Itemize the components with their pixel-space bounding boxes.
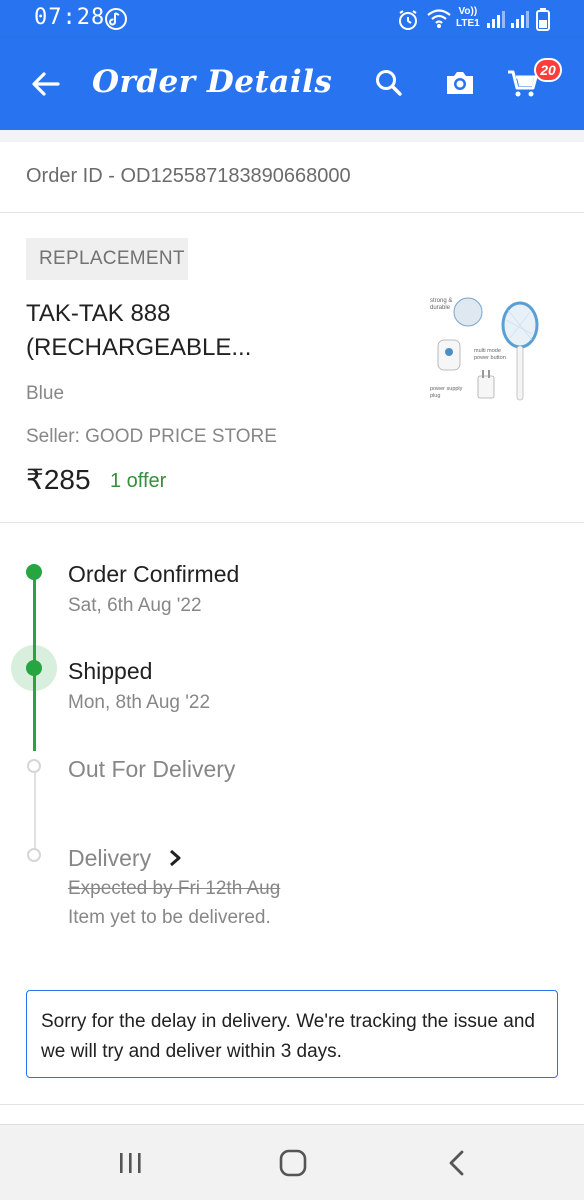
expected-delivery-date: Expected by Fri 12th Aug <box>68 878 281 899</box>
step-dot-delivery <box>27 848 41 862</box>
step-date-shipped: Mon, 8th Aug '22 <box>68 692 211 713</box>
signal-2-icon <box>511 11 529 28</box>
page-title: Order Details <box>92 64 333 100</box>
music-note-icon <box>105 8 127 30</box>
back-nav-icon[interactable] <box>440 1147 476 1179</box>
product-seller: Seller: GOOD PRICE STORE <box>26 426 277 447</box>
divider <box>0 1104 584 1105</box>
app-bar: Order Details 20 <box>0 38 584 130</box>
divider <box>0 212 584 213</box>
chevron-right-icon[interactable] <box>166 849 184 867</box>
camera-icon[interactable] <box>443 66 477 100</box>
delivery-status-note: Item yet to be delivered. <box>68 907 271 928</box>
timeline-line-pending <box>33 766 36 856</box>
order-id: Order ID - OD125587183890668000 <box>26 165 351 187</box>
wifi-icon <box>427 9 451 28</box>
system-nav-bar <box>0 1124 584 1200</box>
image-label-2b: power button <box>474 355 506 361</box>
step-label-shipped: Shipped <box>68 658 153 684</box>
product-color: Blue <box>26 383 65 404</box>
offer-link[interactable]: 1 offer <box>110 470 166 493</box>
network-type-label: Vo)) LTE1 <box>456 6 480 30</box>
step-label-delivery[interactable]: Delivery <box>68 845 151 872</box>
home-icon[interactable] <box>275 1147 311 1179</box>
product-image[interactable]: strong & durable multi mode power button… <box>420 290 540 410</box>
image-label-3b: plug <box>430 393 440 399</box>
alarm-icon <box>399 10 417 30</box>
step-label-order-confirmed: Order Confirmed <box>68 561 240 587</box>
cart-count-badge: 20 <box>534 58 562 82</box>
product-title[interactable]: TAK-TAK 888 (RECHARGEABLE... <box>26 297 376 365</box>
product-title-line1: TAK-TAK 888 <box>26 300 171 327</box>
volte-label: Vo)) <box>458 6 478 17</box>
delay-notice: Sorry for the delay in delivery. We're t… <box>26 990 558 1078</box>
step-label-out-for-delivery: Out For Delivery <box>68 756 236 782</box>
image-label-2: multi mode <box>474 348 501 354</box>
section-gap <box>0 130 584 142</box>
step-dot-shipped <box>26 660 42 676</box>
search-icon[interactable] <box>372 66 406 100</box>
product-price: ₹285 <box>26 464 91 495</box>
image-label-3: power supply <box>430 386 463 392</box>
step-dot-confirmed <box>26 564 42 580</box>
divider <box>0 522 584 523</box>
status-bar: 07:28 Vo)) LTE1 <box>0 0 584 38</box>
replacement-badge: REPLACEMENT <box>26 238 188 280</box>
step-date-order-confirmed: Sat, 6th Aug '22 <box>68 595 202 616</box>
recent-apps-icon[interactable] <box>112 1147 148 1179</box>
status-time: 07:28 <box>34 5 106 30</box>
image-label-1: strong & <box>430 298 452 304</box>
lte-label: LTE1 <box>456 18 480 29</box>
step-dot-out-for-delivery <box>27 759 41 773</box>
battery-icon <box>536 8 550 31</box>
back-arrow-icon[interactable] <box>28 66 64 102</box>
product-title-line2: (RECHARGEABLE... <box>26 334 252 361</box>
image-label-1b: durable <box>430 305 451 311</box>
signal-1-icon <box>487 11 505 28</box>
